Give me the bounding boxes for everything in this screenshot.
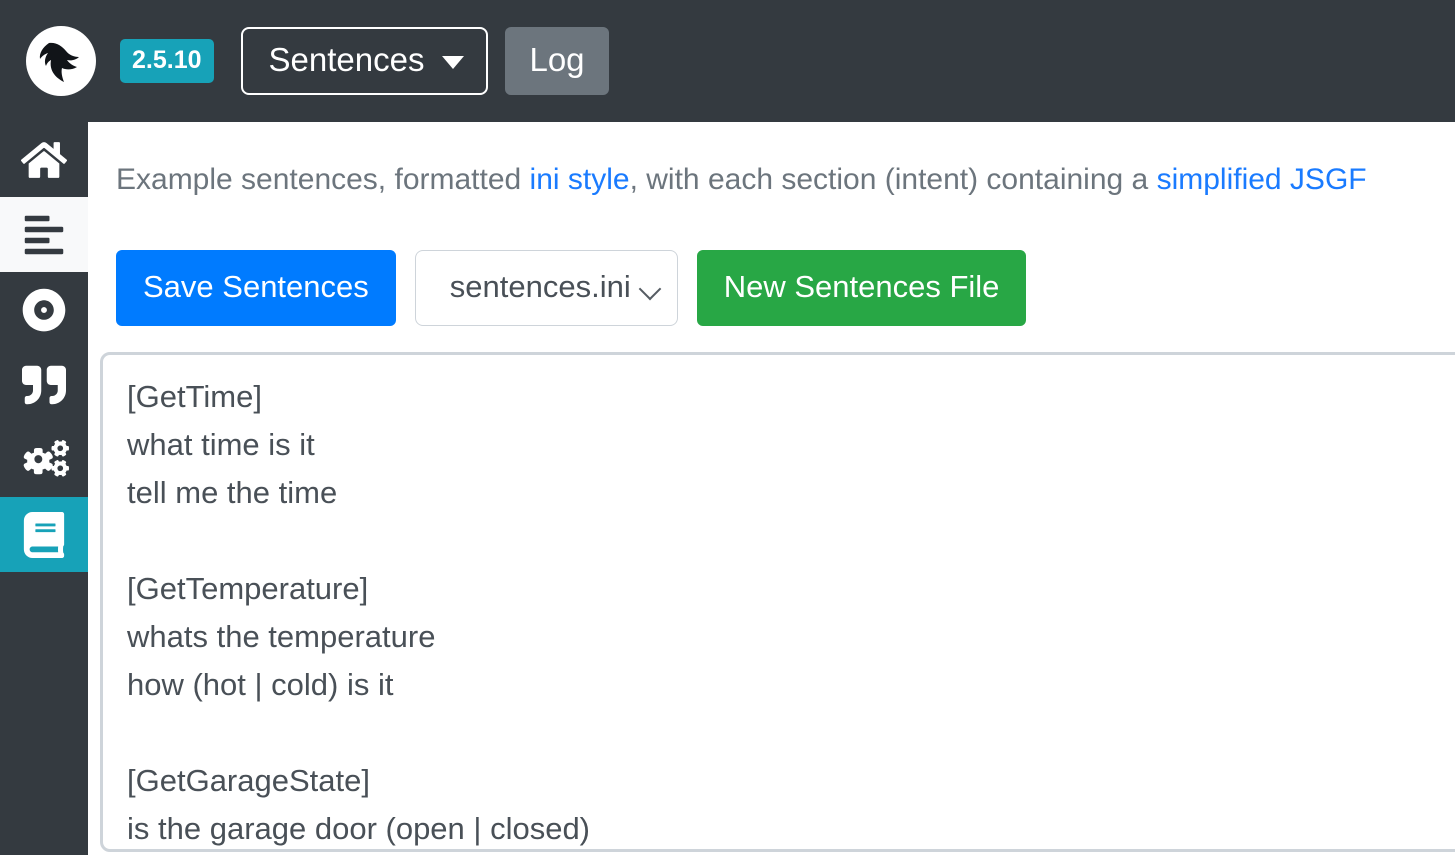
chevron-down-icon [638, 277, 662, 301]
page-description: Example sentences, formatted ini style, … [88, 122, 1455, 199]
sidebar-item-sentences[interactable] [0, 497, 88, 572]
sentences-toolbar: Save Sentences sentences.ini New Sentenc… [88, 199, 1455, 326]
simplified-jsgf-link[interactable]: simplified JSGF [1157, 163, 1367, 196]
home-icon [21, 139, 67, 181]
left-sidebar [0, 122, 88, 855]
cogs-icon [19, 438, 69, 482]
compact-disc-icon [22, 288, 66, 332]
quote-right-icon [22, 363, 66, 407]
sentences-editor-container [100, 352, 1455, 852]
sidebar-item-settings[interactable] [0, 422, 88, 497]
page-dropdown-label: Sentences [268, 41, 425, 78]
description-text-2: , with each section (intent) containing … [629, 163, 1157, 196]
sentences-file-select[interactable]: sentences.ini [414, 250, 678, 326]
new-sentences-file-button[interactable]: New Sentences File [696, 250, 1027, 326]
sidebar-item-home[interactable] [0, 122, 88, 197]
log-button[interactable]: Log [505, 27, 609, 95]
ini-style-link[interactable]: ini style [530, 163, 630, 196]
rhasspy-web-app: 2.5.10 Sentences Log Example sentences, … [0, 0, 1455, 855]
rhasspy-bird-logo[interactable] [26, 26, 96, 96]
caret-down-icon [442, 56, 465, 69]
sidebar-item-speech[interactable] [0, 272, 88, 347]
version-badge: 2.5.10 [120, 39, 214, 83]
save-sentences-button[interactable]: Save Sentences [116, 250, 396, 326]
align-left-icon [22, 213, 66, 257]
top-navbar: 2.5.10 Sentences Log [0, 0, 1455, 122]
description-text-1: Example sentences, formatted [116, 163, 530, 196]
sentences-editor[interactable] [103, 355, 1455, 849]
main-content: Example sentences, formatted ini style, … [88, 122, 1455, 855]
sentences-file-select-value: sentences.ini [449, 269, 631, 304]
sidebar-item-words[interactable] [0, 197, 88, 272]
book-icon [23, 511, 65, 558]
page-dropdown-sentences[interactable]: Sentences [240, 27, 489, 95]
sidebar-item-wake[interactable] [0, 347, 88, 422]
